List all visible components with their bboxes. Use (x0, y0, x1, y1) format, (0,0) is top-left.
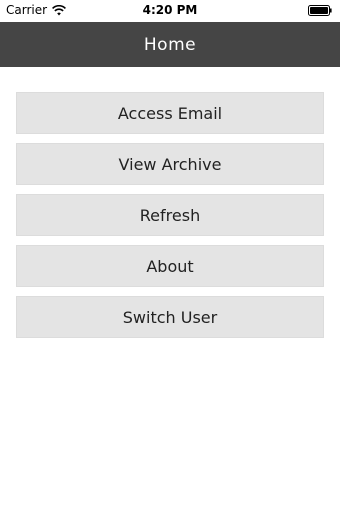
refresh-button[interactable]: Refresh (16, 194, 324, 236)
battery-icon (308, 5, 332, 16)
switch-user-button[interactable]: Switch User (16, 296, 324, 338)
refresh-label: Refresh (139, 205, 201, 225)
view-archive-label: View Archive (118, 154, 222, 174)
about-label: About (146, 256, 194, 276)
page-title: Home (143, 34, 197, 55)
view-archive-button[interactable]: View Archive (16, 143, 324, 185)
clock: 4:20 PM (142, 3, 198, 17)
switch-user-label: Switch User (122, 307, 218, 327)
main-menu: Access Email View Archive Refresh About … (16, 92, 324, 347)
access-email-button[interactable]: Access Email (16, 92, 324, 134)
navigation-bar: Home (0, 22, 340, 67)
about-button[interactable]: About (16, 245, 324, 287)
status-bar: Carrier 4:20 PM (0, 0, 340, 22)
access-email-label: Access Email (117, 103, 223, 123)
